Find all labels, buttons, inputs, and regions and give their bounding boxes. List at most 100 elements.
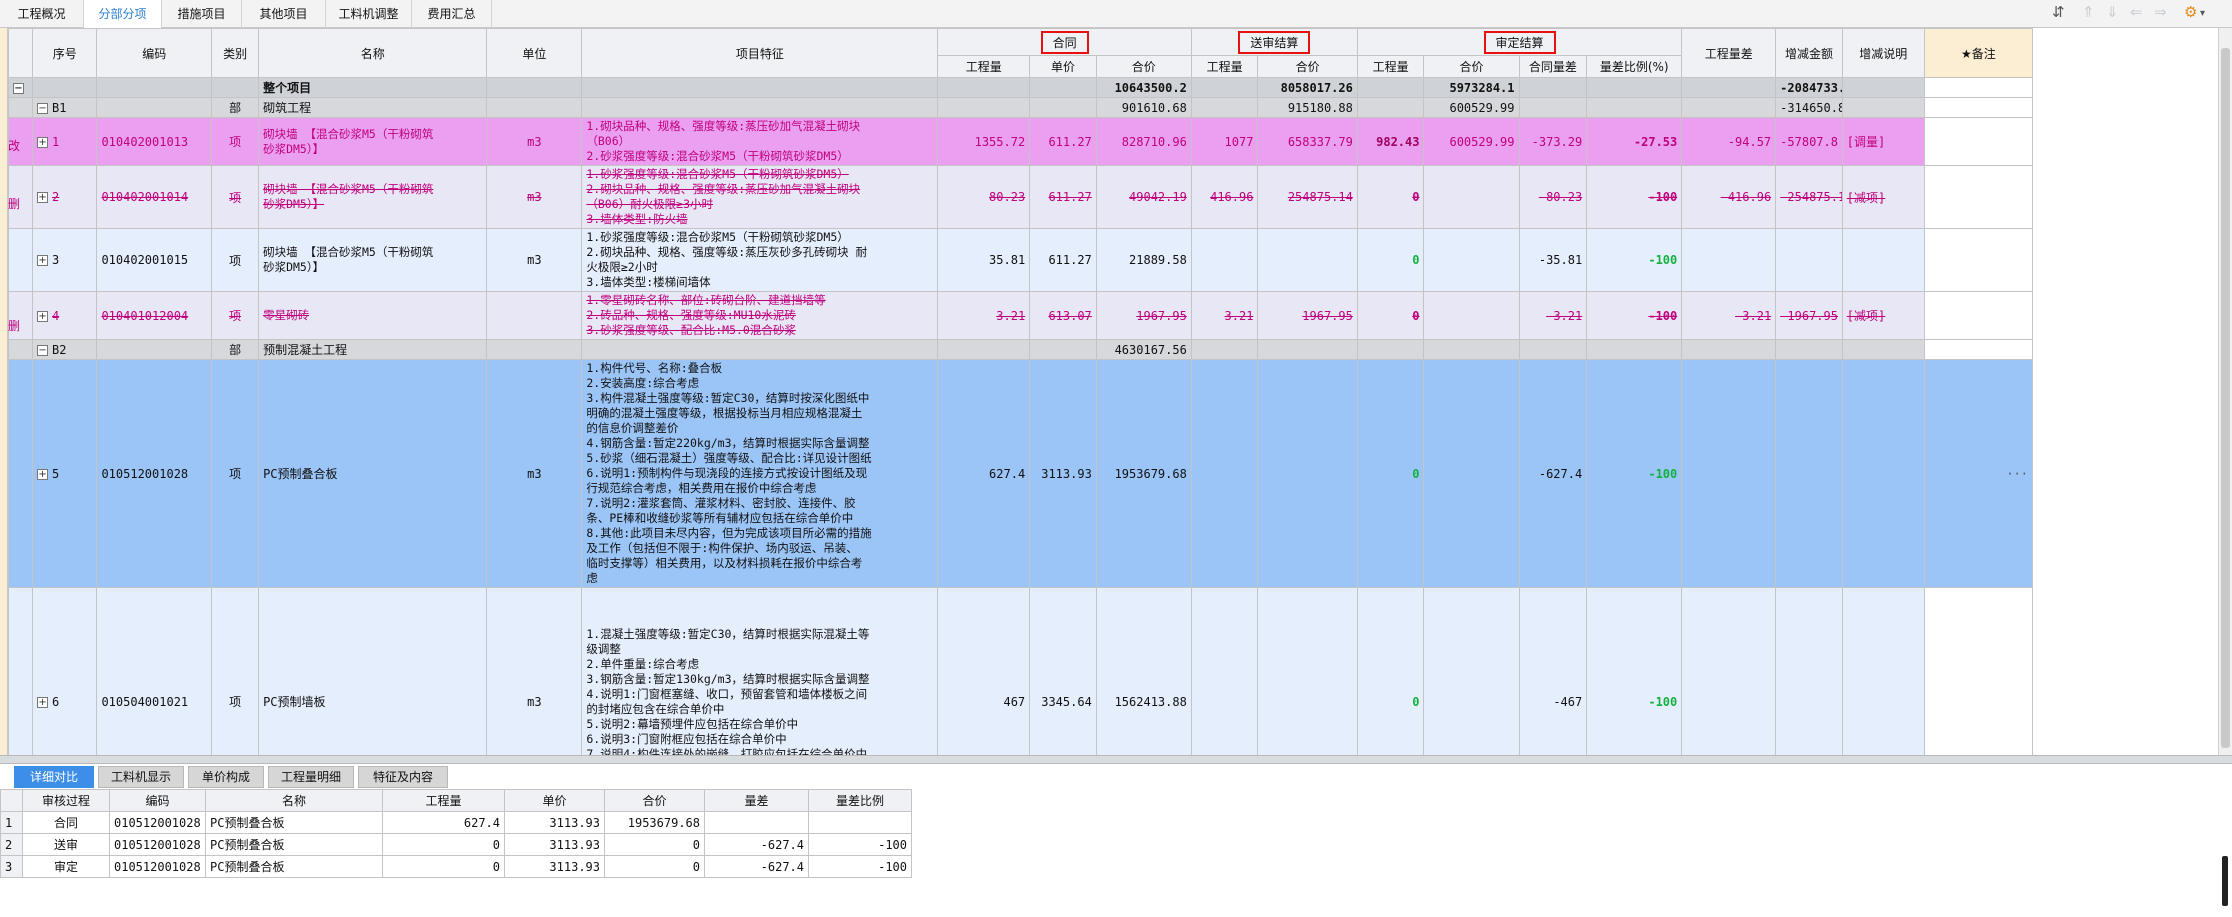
detail-row[interactable]: 3 审定 010512001028 PC预制叠合板 0 3113.93 0 -6…	[0, 855, 912, 878]
tab-other-items[interactable]: 其他项目	[242, 0, 326, 28]
row-seq: − B2	[32, 339, 98, 360]
row-seq: +2	[32, 165, 98, 229]
table-row[interactable]: +2 010402001014 项 砌块墙 【混合砂浆M5（干粉砌筑 砂浆DM5…	[7, 165, 2034, 229]
row-qty: 3.21	[937, 291, 1031, 340]
row-diff-qty: -373.29	[1518, 117, 1588, 166]
plus-icon[interactable]: +	[37, 255, 49, 266]
table-row[interactable]: +4 010401012004 项 零星砌砖 1.零星砌砖名称、部位:砖砌台阶、…	[7, 291, 2034, 340]
plus-icon[interactable]: +	[37, 696, 49, 708]
table-row-selected[interactable]: +5 010512001028 项 PC预制叠合板 m3 1.构件代号、名称:叠…	[7, 359, 2034, 588]
minus-icon[interactable]: −	[13, 82, 24, 94]
row-submit-total: 254875.14	[1257, 165, 1358, 229]
header-seq: 序号	[32, 28, 98, 78]
header-diff-ratio: 量差比例(%)	[1586, 55, 1683, 78]
tab-material-display[interactable]: 工料机显示	[98, 766, 184, 788]
detail-row-number: 1	[0, 811, 23, 834]
row-approved-qty[interactable]: 0	[1356, 165, 1425, 229]
row-total: 1953679.68	[1095, 359, 1192, 588]
table-row[interactable]: +1 010402001013 项 砌块墙 【混合砂浆M5（干粉砌筑 砂浆DM5…	[7, 117, 2034, 166]
minus-icon[interactable]: −	[37, 102, 49, 114]
row-total: 10643500.2	[1095, 77, 1192, 98]
header-category: 类别	[211, 28, 260, 78]
tab-cost-summary[interactable]: 费用汇总	[412, 0, 492, 28]
row-qty: 467	[937, 587, 1031, 755]
plus-icon[interactable]: +	[37, 136, 49, 148]
detail-row[interactable]: 2 送审 010512001028 PC预制叠合板 0 3113.93 0 -6…	[0, 833, 912, 856]
row-diff-ratio: -100	[1586, 359, 1683, 588]
row-qty: 35.81	[937, 228, 1031, 292]
tab-quantity-detail[interactable]: 工程量明细	[268, 766, 354, 788]
row-approved-qty[interactable]: 0	[1356, 228, 1425, 292]
tab-price-composition[interactable]: 单价构成	[188, 766, 264, 788]
row-approved-qty[interactable]: 982.43	[1356, 117, 1425, 166]
row-price: 611.27	[1029, 117, 1097, 166]
row-name: PC预制叠合板	[258, 359, 488, 588]
header-inc-note: 增减说明	[1841, 28, 1925, 78]
header-unit: 单位	[486, 28, 583, 78]
detail-stage: 合同	[22, 811, 110, 834]
detail-qty: 0	[382, 833, 505, 856]
row-name: 砌筑工程	[258, 97, 488, 118]
row-inc-amount: -314650.89	[1775, 97, 1843, 118]
table-row-whole-project[interactable]: − 整个项目 10643500.2 8058017.26 5973284.1 -…	[7, 77, 2034, 98]
row-submit-total: 8058017.26	[1257, 77, 1358, 98]
table-row[interactable]: +3 010402001015 项 砌块墙 【混合砂浆M5（干粉砌筑 砂浆DM5…	[7, 228, 2034, 292]
scrollbar-thumb[interactable]	[2222, 856, 2228, 906]
move-down-icon[interactable]: ⇓	[2106, 3, 2119, 21]
row-inc-note: [减项]	[1841, 291, 1925, 340]
vertical-scrollbar[interactable]	[2218, 28, 2232, 755]
tab-detail-compare[interactable]: 详细对比	[14, 766, 94, 788]
detail-header-ratio: 量差比例	[808, 789, 912, 812]
move-up-icon[interactable]: ⇑	[2082, 3, 2095, 21]
table-row-section-b1[interactable]: − B1 部 砌筑工程 901610.68 915180.88 600529.99…	[7, 97, 2034, 118]
row-price: 613.07	[1029, 291, 1097, 340]
settings-icon[interactable]: ⚙	[2184, 3, 2197, 21]
filter-icon[interactable]: ⇵	[2052, 3, 2065, 21]
detail-name: PC预制叠合板	[205, 855, 383, 878]
row-approved-qty[interactable]: 0	[1356, 291, 1425, 340]
header-qty-diff: 工程量差	[1681, 28, 1777, 78]
plus-icon[interactable]: +	[37, 310, 49, 322]
detail-row-number: 2	[0, 833, 23, 856]
panel-splitter[interactable]	[0, 755, 2232, 764]
row-price: 611.27	[1029, 228, 1097, 292]
tab-measure-items[interactable]: 措施项目	[162, 0, 242, 28]
header-approved-qty: 工程量	[1356, 55, 1425, 78]
row-total: 901610.68	[1095, 97, 1192, 118]
minus-icon[interactable]: −	[37, 344, 49, 356]
table-row[interactable]: +6 010504001021 项 PC预制墙板 m3 1.混凝土强度等级:暂定…	[7, 587, 2034, 755]
bottom-tab-bar: 详细对比 工料机显示 单价构成 工程量明细 特征及内容	[0, 764, 2232, 788]
table-row-section-b2[interactable]: − B2 部 预制混凝土工程 4630167.56	[7, 339, 2034, 360]
row-inc-amount: -254875.14	[1775, 165, 1843, 229]
bottom-scrollbar[interactable]	[2218, 856, 2232, 906]
collapse-toggle[interactable]: −	[7, 77, 34, 98]
row-diff-ratio: -100	[1586, 587, 1683, 755]
tab-feature-content[interactable]: 特征及内容	[358, 766, 448, 788]
row-inc-note: [减项]	[1841, 165, 1925, 229]
detail-row[interactable]: 1 合同 010512001028 PC预制叠合板 627.4 3113.93 …	[0, 811, 912, 834]
move-right-icon[interactable]: ⇒	[2154, 3, 2167, 21]
remark-more-button[interactable]: ···	[1923, 359, 2034, 588]
move-left-icon[interactable]: ⇐	[2130, 3, 2143, 21]
plus-icon[interactable]: +	[37, 468, 49, 480]
tab-material-adjust[interactable]: 工料机调整	[326, 0, 412, 28]
row-name: 砌块墙 【混合砂浆M5（干粉砌筑 砂浆DM5）】	[258, 228, 488, 292]
row-code: 010504001021	[96, 587, 213, 755]
row-approved-qty[interactable]: 0	[1356, 587, 1425, 755]
tab-project-overview[interactable]: 工程概况	[0, 0, 84, 28]
row-category: 项	[211, 291, 260, 340]
header-submit-qty: 工程量	[1190, 55, 1259, 78]
row-category: 部	[211, 339, 260, 360]
scrollbar-thumb[interactable]	[2221, 48, 2230, 748]
chevron-down-icon[interactable]: ▾	[2200, 8, 2205, 19]
row-feature: 1.砌块品种、规格、强度等级:蒸压砂加气混凝土砌块 （B06） 2.砂浆强度等级…	[581, 117, 939, 166]
row-qty-diff: -3.21	[1681, 291, 1777, 340]
plus-icon[interactable]: +	[37, 192, 49, 203]
detail-code: 010512001028	[109, 833, 206, 856]
tab-division-items[interactable]: 分部分项	[84, 0, 162, 28]
row-seq: +3	[32, 228, 98, 292]
row-unit: m3	[486, 359, 583, 588]
row-feature: 1.砂浆强度等级:混合砂浆M5（干粉砌筑砂浆DM5） 2.砌块品种、规格、强度等…	[581, 228, 939, 292]
row-approved-qty[interactable]: 0	[1356, 359, 1425, 588]
row-diff-ratio: -100	[1586, 291, 1683, 340]
